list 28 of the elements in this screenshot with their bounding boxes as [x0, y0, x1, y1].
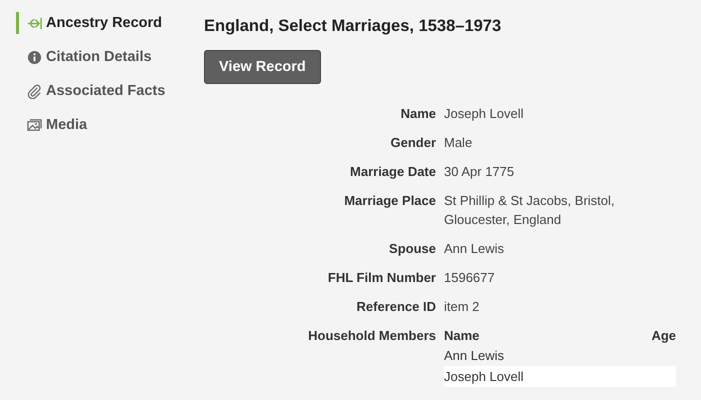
field-label: Name [400, 105, 436, 123]
field-value: item 2 [444, 298, 480, 316]
sidebar-item[interactable]: Media [16, 114, 204, 136]
field-label: Gender [389, 134, 436, 152]
record-title: England, Select Marriages, 1538–1973 [204, 17, 502, 36]
column-header: Age [651, 327, 676, 345]
table-cell: Joseph Lovell [444, 366, 676, 387]
field-label: Reference ID [356, 298, 436, 316]
field-label: Marriage Date [349, 163, 436, 181]
field-label: Spouse [388, 240, 436, 258]
paperclip-icon [27, 84, 42, 98]
photos-icon [27, 118, 42, 132]
field-value: 1596677 [444, 269, 496, 287]
field-value: Joseph Lovell [444, 105, 524, 123]
field-label: Marriage Place [343, 192, 436, 210]
sidebar-item[interactable]: Ancestry Record [16, 12, 204, 34]
field-value: Ann Lewis [444, 240, 505, 258]
field-value: 30 Apr 1775 [444, 163, 516, 181]
field-value: Male [444, 134, 474, 152]
field-label: Household Members [307, 327, 436, 345]
field-value: St Phillip & St Jacobs, Bristol, Gloucester, England [444, 192, 616, 229]
table-cell-text: Ann Lewis [444, 347, 505, 365]
info-icon [27, 50, 42, 64]
view-record-button[interactable]: View Record [204, 50, 321, 84]
column-header: Name [444, 327, 480, 345]
sidebar-item[interactable]: Associated Facts [16, 80, 204, 102]
sidebar-item[interactable]: Citation Details [16, 46, 204, 68]
field-label: FHL Film Number [326, 269, 436, 287]
